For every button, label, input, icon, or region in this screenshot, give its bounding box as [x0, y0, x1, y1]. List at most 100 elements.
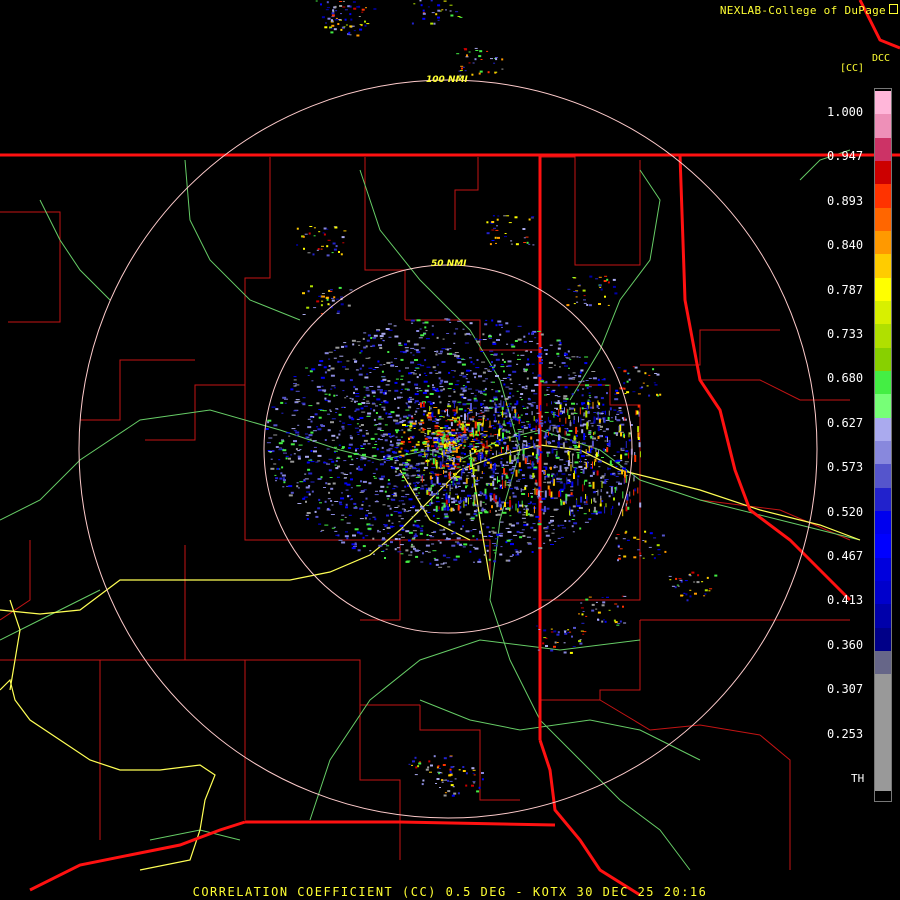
echo-pixel — [290, 454, 293, 456]
echo-pixel — [509, 413, 511, 418]
echo-pixel — [303, 479, 306, 481]
echo-pixel — [428, 437, 433, 439]
echo-pixel — [430, 764, 433, 767]
echo-pixel — [601, 597, 604, 598]
echo-pixel — [521, 386, 525, 389]
echo-pixel — [552, 389, 556, 391]
echo-pixel — [284, 402, 287, 404]
echo-pixel — [452, 531, 456, 534]
echo-pixel — [438, 377, 441, 380]
echo-pixel — [533, 466, 538, 469]
echo-pixel — [375, 490, 378, 492]
echo-pixel — [421, 507, 425, 510]
echo-pixel — [419, 373, 421, 376]
echo-pixel — [525, 413, 529, 415]
echo-pixel — [500, 546, 503, 548]
echo-pixel — [409, 427, 412, 429]
echo-pixel — [441, 497, 444, 499]
echo-pixel — [413, 535, 418, 537]
echo-pixel — [560, 436, 562, 440]
echo-pixel — [586, 304, 589, 306]
echo-pixel — [299, 481, 304, 483]
echo-pixel — [331, 19, 333, 22]
echo-pixel — [501, 501, 505, 504]
echo-pixel — [503, 383, 506, 386]
echo-pixel — [491, 543, 496, 544]
echo-pixel — [526, 241, 529, 244]
echo-pixel — [433, 437, 438, 440]
echo-pixel — [472, 529, 477, 530]
echo-pixel — [438, 371, 442, 374]
echo-pixel — [358, 468, 363, 471]
echo-pixel — [339, 1, 343, 2]
echo-pixel — [561, 527, 566, 529]
echo-pixel — [449, 770, 452, 773]
echo-pixel — [371, 461, 374, 463]
echo-pixel — [621, 469, 624, 475]
echo-pixel — [444, 461, 448, 463]
echo-pixel — [521, 529, 525, 531]
echo-pixel — [559, 404, 562, 410]
echo-pixel — [324, 500, 327, 503]
echo-pixel — [551, 434, 554, 436]
echo-pixel — [338, 413, 342, 416]
echo-pixel — [490, 447, 493, 449]
echo-pixel — [451, 434, 456, 436]
echo-pixel — [495, 465, 500, 467]
echo-pixel — [591, 371, 596, 372]
echo-pixel — [425, 544, 430, 547]
echo-pixel — [610, 417, 613, 419]
echo-pixel — [286, 432, 291, 434]
echo-pixel — [438, 448, 443, 451]
echo-pixel — [496, 339, 500, 341]
echo-pixel — [331, 252, 334, 254]
echo-pixel — [442, 554, 446, 557]
echo-pixel — [514, 549, 518, 551]
echo-pixel — [367, 412, 372, 415]
echo-pixel — [317, 478, 322, 480]
echo-pixel — [593, 412, 597, 413]
echo-pixel — [564, 365, 568, 367]
echo-pixel — [595, 452, 598, 458]
echo-pixel — [572, 454, 574, 462]
echo-pixel — [495, 495, 498, 500]
echo-pixel — [466, 475, 469, 477]
echo-pixel — [321, 385, 324, 387]
echo-pixel — [529, 460, 531, 465]
external-link-icon[interactable] — [889, 4, 898, 14]
echo-pixel — [512, 495, 517, 498]
echo-pixel — [419, 328, 422, 330]
echo-pixel — [557, 425, 560, 427]
echo-pixel — [427, 551, 431, 553]
echo-pixel — [432, 456, 436, 458]
echo-pixel — [317, 507, 321, 510]
echo-pixel — [399, 463, 403, 466]
echo-pixel — [563, 651, 567, 654]
echo-pixel — [579, 639, 582, 641]
colorbar-segment — [875, 744, 891, 769]
echo-pixel — [330, 514, 335, 515]
echo-pixel — [467, 472, 471, 474]
echo-pixel — [356, 423, 359, 425]
echo-pixel — [310, 417, 313, 419]
echo-pixel — [400, 375, 404, 377]
echo-pixel — [564, 632, 568, 635]
echo-pixel — [290, 460, 295, 463]
echo-pixel — [354, 427, 359, 429]
echo-pixel — [488, 334, 491, 336]
echo-pixel — [377, 427, 382, 429]
echo-pixel — [496, 411, 500, 413]
credit-text[interactable]: NEXLAB-College of DuPage — [720, 4, 886, 17]
echo-pixel — [353, 7, 357, 10]
echo-pixel — [465, 385, 468, 388]
echo-pixel — [511, 467, 515, 470]
echo-pixel — [351, 398, 354, 401]
echo-pixel — [485, 319, 488, 321]
echo-pixel — [481, 778, 484, 781]
echo-pixel — [623, 595, 627, 597]
echo-pixel — [373, 395, 376, 397]
echo-pixel — [507, 410, 509, 417]
echo-pixel — [459, 511, 462, 514]
echo-pixel — [282, 477, 285, 480]
echo-pixel — [543, 542, 546, 544]
